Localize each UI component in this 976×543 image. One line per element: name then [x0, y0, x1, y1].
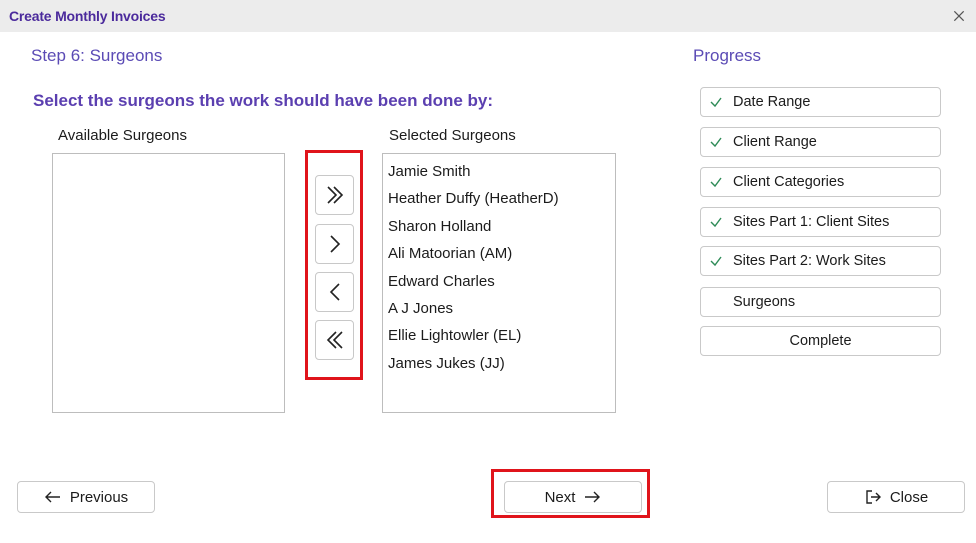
check-icon — [710, 137, 722, 148]
progress-title: Progress — [693, 46, 762, 65]
check-icon — [710, 256, 722, 267]
progress-step-label: Surgeons — [733, 294, 796, 310]
step-title: Step 6: Surgeons — [31, 46, 163, 65]
check-icon — [710, 177, 722, 188]
progress-step-label: Complete — [789, 333, 852, 349]
progress-step-work-sites: Sites Part 2: Work Sites — [700, 246, 941, 276]
list-item[interactable]: Ellie Lightowler (EL) — [383, 322, 615, 349]
progress-step-client-categories: Client Categories — [700, 167, 941, 197]
check-icon — [710, 217, 722, 228]
next-button[interactable]: Next — [504, 481, 642, 513]
list-item[interactable]: James Jukes (JJ) — [383, 350, 615, 377]
progress-step-label: Client Categories — [733, 174, 845, 190]
move-left-button[interactable] — [315, 272, 354, 312]
next-button-label: Next — [544, 488, 576, 506]
progress-step-label: Sites Part 1: Client Sites — [733, 214, 890, 230]
arrow-left-icon — [44, 491, 60, 503]
list-item[interactable]: Ali Matoorian (AM) — [383, 240, 615, 267]
progress-step-date-range: Date Range — [700, 87, 941, 117]
progress-step-label: Sites Part 2: Work Sites — [733, 253, 886, 269]
available-surgeons-list[interactable] — [52, 153, 285, 413]
previous-button-label: Previous — [69, 488, 129, 506]
close-icon[interactable] — [950, 7, 968, 25]
close-button[interactable]: Close — [827, 481, 965, 513]
selected-surgeons-list[interactable]: Jamie Smith Heather Duffy (HeatherD) Sha… — [382, 153, 616, 413]
instruction-text: Select the surgeons the work should have… — [33, 91, 494, 110]
move-right-button[interactable] — [315, 224, 354, 264]
progress-step-client-range: Client Range — [700, 127, 941, 157]
title-bar: Create Monthly Invoices — [0, 0, 976, 32]
previous-button[interactable]: Previous — [17, 481, 155, 513]
arrow-right-icon — [585, 491, 601, 503]
close-button-label: Close — [889, 488, 929, 506]
double-chevron-right-icon — [326, 186, 343, 204]
list-item[interactable]: Jamie Smith — [383, 158, 615, 185]
window-title: Create Monthly Invoices — [9, 8, 166, 24]
check-icon — [710, 97, 722, 108]
list-item[interactable]: Sharon Holland — [383, 213, 615, 240]
move-all-left-button[interactable] — [315, 320, 354, 360]
list-item[interactable]: A J Jones — [383, 295, 615, 322]
list-item[interactable]: Edward Charles — [383, 268, 615, 295]
progress-step-surgeons: Surgeons — [700, 287, 941, 317]
exit-icon — [866, 490, 881, 504]
progress-step-complete: Complete — [700, 326, 941, 356]
progress-step-label: Date Range — [733, 94, 811, 110]
chevron-right-icon — [329, 235, 340, 253]
selected-surgeons-label: Selected Surgeons — [389, 127, 516, 144]
move-all-right-button[interactable] — [315, 175, 354, 215]
chevron-left-icon — [329, 283, 340, 301]
move-buttons-highlight — [305, 150, 363, 380]
list-item[interactable]: Heather Duffy (HeatherD) — [383, 185, 615, 212]
available-surgeons-label: Available Surgeons — [58, 127, 187, 144]
double-chevron-left-icon — [326, 331, 343, 349]
progress-step-client-sites: Sites Part 1: Client Sites — [700, 207, 941, 237]
progress-step-label: Client Range — [733, 134, 817, 150]
